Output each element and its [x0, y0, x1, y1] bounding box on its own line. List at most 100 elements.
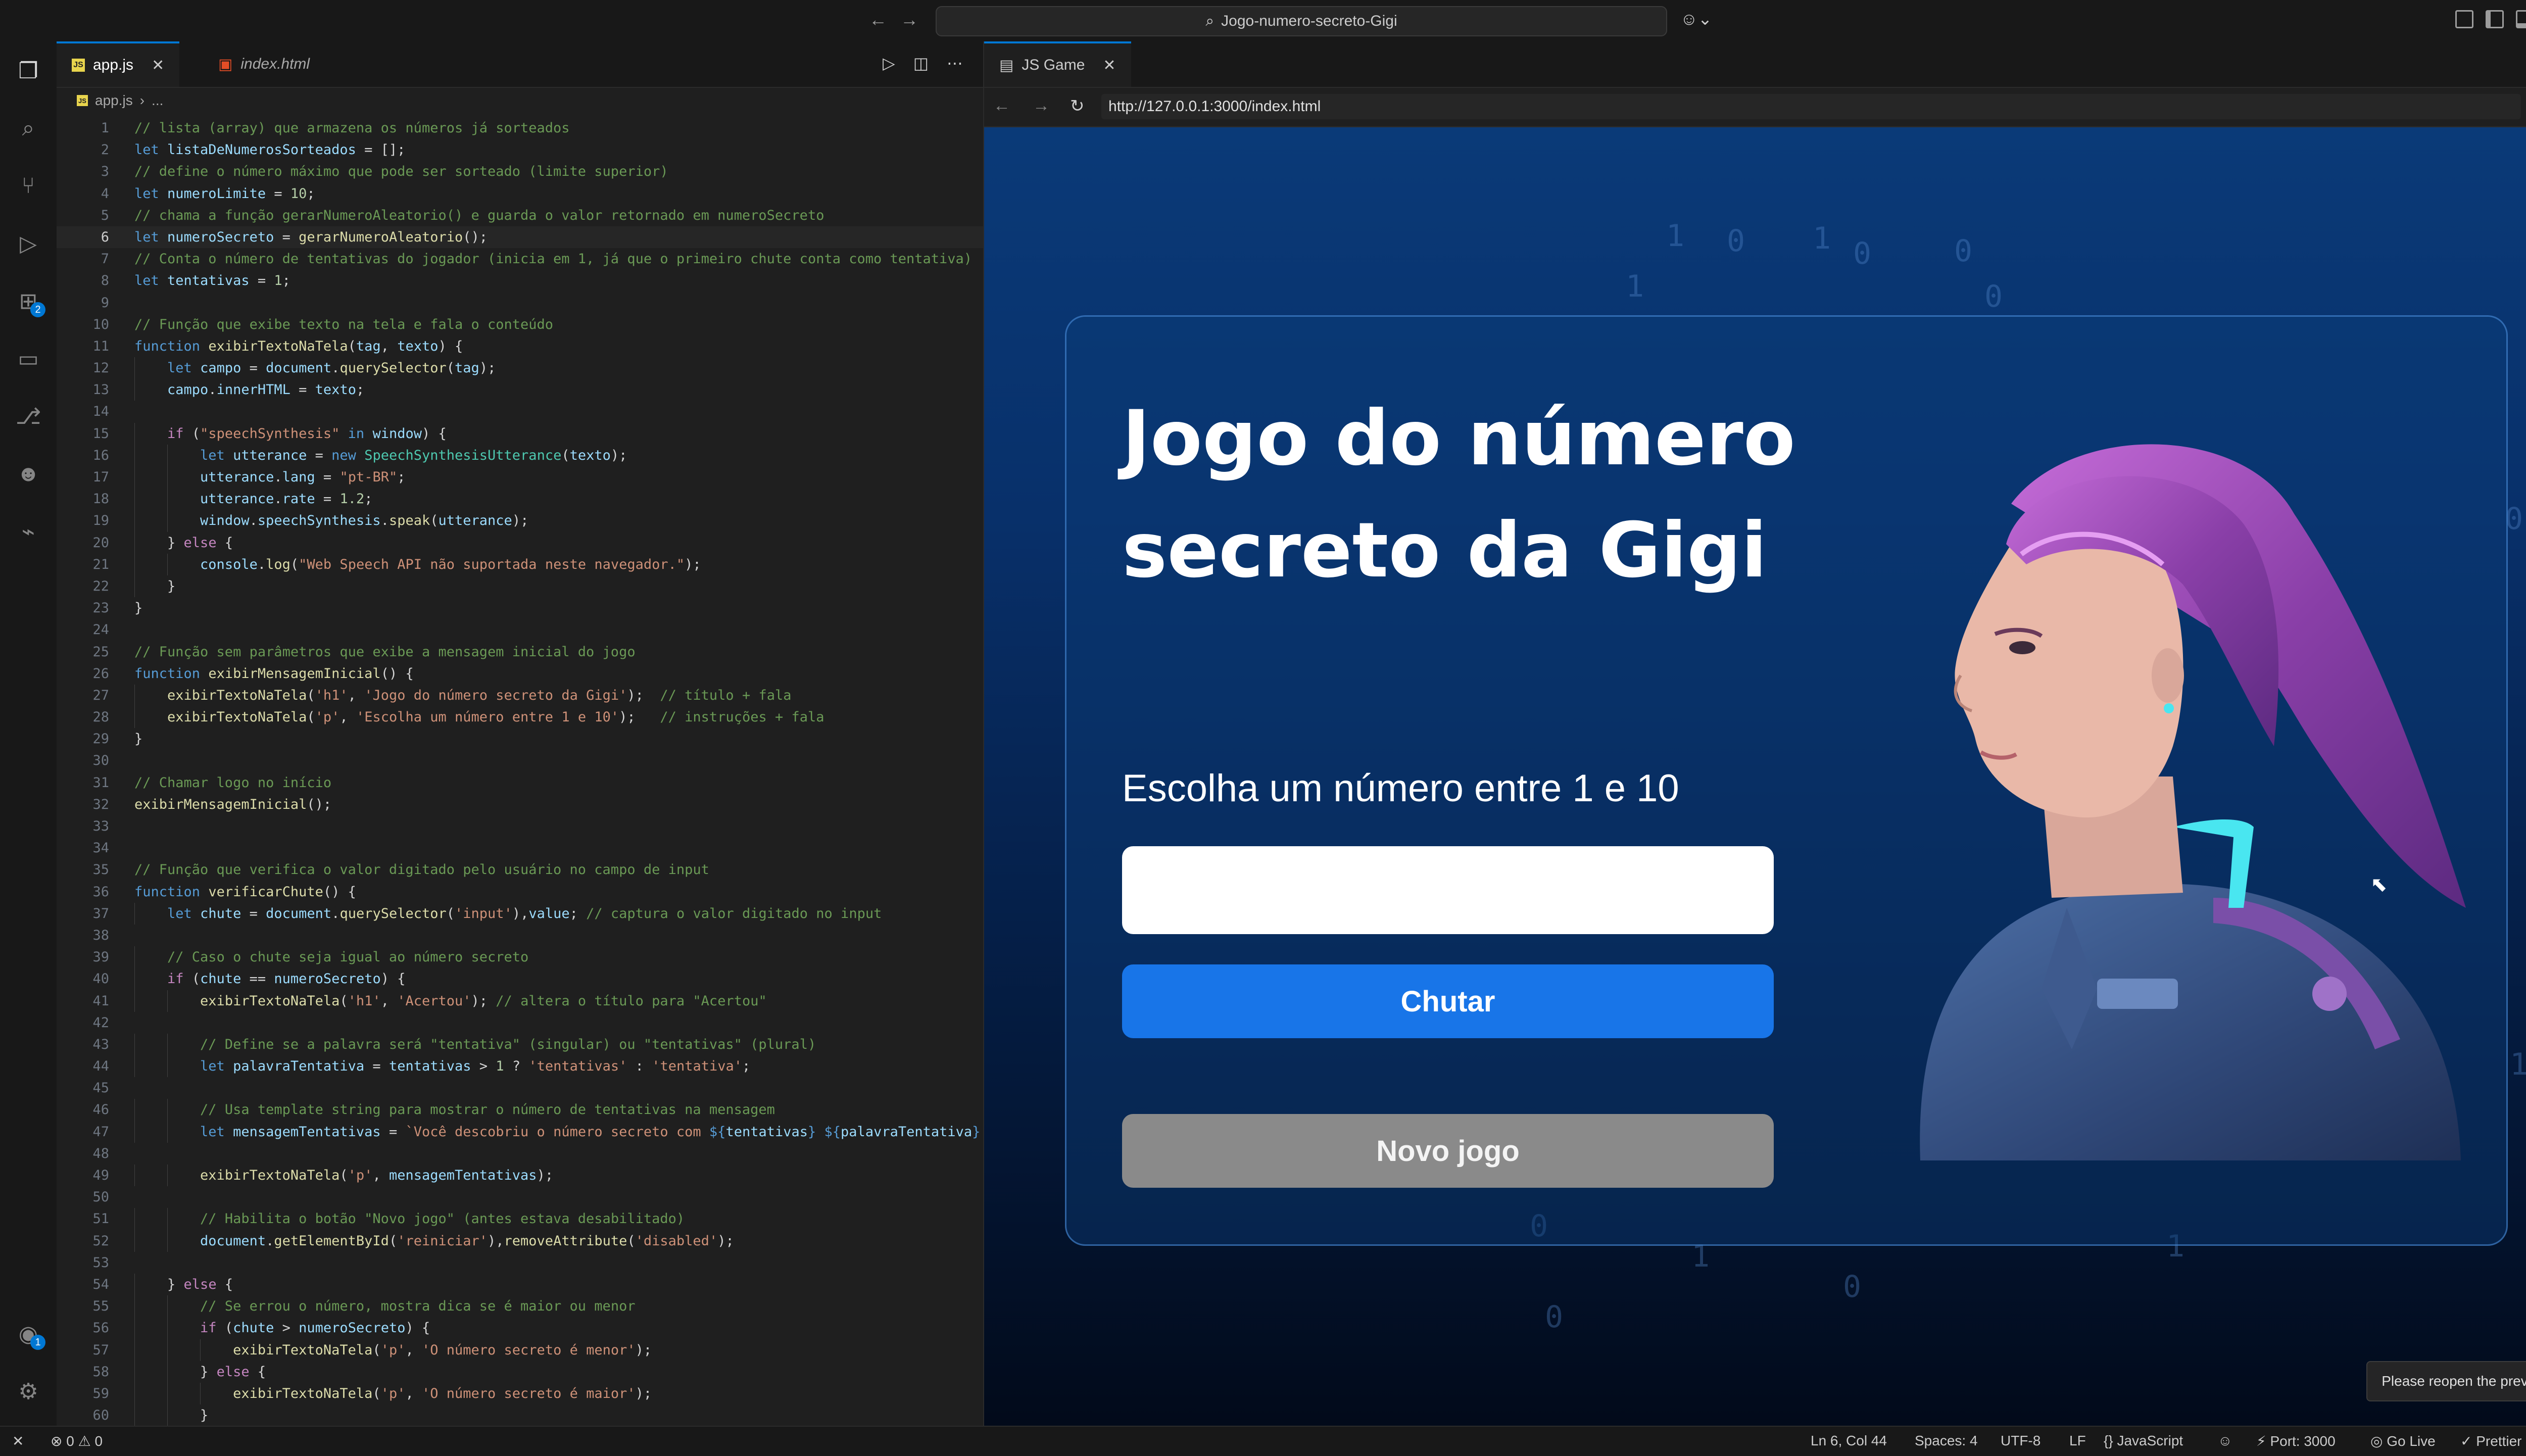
code-line[interactable]: 37 let chute = document.querySelector('i…	[57, 902, 983, 925]
code-line[interactable]: 57 exibirTextoNaTela('p', 'O número secr…	[57, 1339, 983, 1361]
code-line[interactable]: 27 exibirTextoNaTela('h1', 'Jogo do núme…	[57, 684, 983, 707]
code-line[interactable]: 36 function verificarChute() {	[57, 881, 983, 903]
code-line[interactable]: 13 campo.innerHTML = texto;	[57, 379, 983, 401]
code-line[interactable]: 51 // Habilita o botão "Novo jogo" (ante…	[57, 1208, 983, 1230]
breadcrumb-symbol[interactable]: ...	[152, 92, 163, 109]
code-line[interactable]: 14	[57, 401, 983, 422]
live-server-port[interactable]: ⚡ Port: 3000	[2256, 1433, 2336, 1449]
forward-arrow-icon[interactable]: →	[1033, 96, 1050, 116]
code-area[interactable]: 1 // lista (array) que armazena os número…	[57, 117, 983, 1426]
prettier-status[interactable]: ✓ Prettier	[2460, 1433, 2522, 1449]
code-line[interactable]: 12 let campo = document.querySelector(ta…	[57, 357, 983, 379]
code-line[interactable]: 11 function exibirTextoNaTela(tag, texto)…	[57, 335, 983, 357]
code-line[interactable]: 41 exibirTextoNaTela('h1', 'Acertou'); /…	[57, 990, 983, 1012]
run-file-icon[interactable]: ▷	[883, 54, 895, 73]
code-line[interactable]: 35 // Função que verifica o valor digitad…	[57, 859, 983, 881]
kangaroo-extension-icon[interactable]: ⌁	[14, 517, 42, 546]
code-line[interactable]: 42	[57, 1012, 983, 1034]
search-icon[interactable]: ⌕	[14, 114, 42, 142]
code-line[interactable]: 28 exibirTextoNaTela('p', 'Escolha um nú…	[57, 706, 983, 729]
settings-gear-icon[interactable]: ⚙	[14, 1377, 42, 1405]
explorer-icon[interactable]: ❐	[14, 57, 42, 85]
close-icon[interactable]: ✕	[1103, 57, 1115, 74]
code-line[interactable]: 3 // define o número máximo que pode ser …	[57, 161, 983, 182]
code-line[interactable]: 53	[57, 1252, 983, 1274]
copilot-status-icon[interactable]: ☺	[2218, 1433, 2232, 1449]
code-line[interactable]: 18 utterance.rate = 1.2;	[57, 488, 983, 510]
code-line[interactable]: 6 let numeroSecreto = gerarNumeroAleatori…	[57, 226, 983, 249]
copilot-icon[interactable]: ☺⌄	[1680, 9, 1712, 29]
code-line[interactable]: 48	[57, 1143, 983, 1164]
code-line[interactable]: 46 // Usa template string para mostrar o…	[57, 1099, 983, 1121]
git-graph-icon[interactable]: ⎇	[14, 402, 42, 430]
code-line[interactable]: 1 // lista (array) que armazena os número…	[57, 117, 983, 139]
close-icon[interactable]: ✕	[152, 57, 164, 74]
split-editor-icon[interactable]: ◫	[913, 54, 929, 73]
code-line[interactable]: 19 window.speechSynthesis.speak(utteranc…	[57, 510, 983, 532]
code-line[interactable]: 45	[57, 1077, 983, 1099]
command-center-search[interactable]: ⌕ Jogo-numero-secreto-Gigi	[936, 6, 1667, 36]
code-line[interactable]: 60 }	[57, 1404, 983, 1426]
code-line[interactable]: 50	[57, 1186, 983, 1208]
code-line[interactable]: 49 exibirTextoNaTela('p', mensagemTentat…	[57, 1164, 983, 1187]
tab-index-html[interactable]: ▣ index.html	[203, 41, 325, 87]
code-line[interactable]: 22 }	[57, 575, 983, 598]
code-line[interactable]: 8 let tentativas = 1;	[57, 270, 983, 292]
forward-arrow-icon[interactable]: →	[900, 9, 918, 30]
code-line[interactable]: 47 let mensagemTentativas = `Você descob…	[57, 1121, 983, 1143]
code-line[interactable]: 52 document.getElementById('reiniciar'),…	[57, 1230, 983, 1252]
code-line[interactable]: 10 // Função que exibe texto na tela e fa…	[57, 314, 983, 335]
toggle-primary-sidebar-icon[interactable]	[2486, 10, 2504, 28]
accounts-icon[interactable]: ◉ 1	[14, 1320, 45, 1350]
code-line[interactable]: 39 // Caso o chute seja igual ao número …	[57, 946, 983, 968]
code-line[interactable]: 7 // Conta o número de tentativas do joga…	[57, 248, 983, 270]
code-line[interactable]: 40 if (chute == numeroSecreto) {	[57, 968, 983, 990]
guess-button[interactable]: Chutar	[1122, 964, 1774, 1038]
run-debug-icon[interactable]: ▷	[14, 229, 42, 258]
code-line[interactable]: 2 let listaDeNumerosSorteados = [];	[57, 139, 983, 161]
tab-js-game[interactable]: ▤ JS Game ✕	[984, 41, 1131, 87]
remote-explorer-icon[interactable]: ▭	[14, 345, 42, 373]
code-line[interactable]: 25 // Função sem parâmetros que exibe a m…	[57, 641, 983, 663]
extensions-icon[interactable]: ⊞ 2	[14, 287, 45, 317]
back-arrow-icon[interactable]: ←	[869, 9, 887, 30]
code-line[interactable]: 34	[57, 837, 983, 859]
code-line[interactable]: 24	[57, 619, 983, 641]
encoding[interactable]: UTF-8	[2001, 1433, 2041, 1449]
copilot-chat-icon[interactable]: ☻	[14, 460, 42, 488]
code-line[interactable]: 32 exibirMensagemInicial();	[57, 794, 983, 815]
code-line[interactable]: 16 let utterance = new SpeechSynthesisUt…	[57, 444, 983, 466]
indentation[interactable]: Spaces: 4	[1915, 1433, 1978, 1449]
toggle-panel-icon[interactable]	[2516, 10, 2526, 28]
new-game-button[interactable]: Novo jogo	[1122, 1114, 1774, 1188]
code-line[interactable]: 15 if ("speechSynthesis" in window) {	[57, 422, 983, 445]
code-line[interactable]: 17 utterance.lang = "pt-BR";	[57, 466, 983, 489]
cursor-position[interactable]: Ln 6, Col 44	[1811, 1433, 1887, 1449]
customize-layout-icon[interactable]	[2455, 10, 2473, 28]
code-line[interactable]: 43 // Define se a palavra será "tentativ…	[57, 1033, 983, 1056]
more-actions-icon[interactable]: ⋯	[947, 54, 963, 73]
code-line[interactable]: 59 exibirTextoNaTela('p', 'O número secr…	[57, 1382, 983, 1405]
back-arrow-icon[interactable]: ←	[993, 96, 1010, 116]
source-control-icon[interactable]: ⑂	[14, 172, 42, 200]
code-line[interactable]: 5 // chama a função gerarNumeroAleatorio(…	[57, 205, 983, 226]
problems-indicator[interactable]: ⊗ 0 ⚠ 0	[51, 1433, 103, 1449]
language-mode[interactable]: {} JavaScript	[2104, 1433, 2183, 1449]
remote-indicator-icon[interactable]: ✕	[12, 1433, 24, 1449]
code-line[interactable]: 29}	[57, 728, 983, 750]
code-line[interactable]: 54 } else {	[57, 1273, 983, 1296]
notification-toast[interactable]: Please reopen the preview.	[2366, 1361, 2526, 1401]
code-line[interactable]: 26 function exibirMensagemInicial() {	[57, 663, 983, 685]
code-line[interactable]: 38	[57, 925, 983, 946]
code-line[interactable]: 55 // Se errou o número, mostra dica se …	[57, 1295, 983, 1318]
go-live-button[interactable]: ◎ Go Live	[2370, 1433, 2436, 1449]
tab-app-js[interactable]: JS app.js ✕	[57, 41, 180, 87]
code-line[interactable]: 4 let numeroLimite = 10;	[57, 183, 983, 205]
code-line[interactable]: 44 let palavraTentativa = tentativas > 1…	[57, 1055, 983, 1078]
code-line[interactable]: 30	[57, 750, 983, 771]
address-bar[interactable]: http://127.0.0.1:3000/index.html	[1101, 94, 2521, 119]
code-line[interactable]: 56 if (chute > numeroSecreto) {	[57, 1317, 983, 1339]
code-line[interactable]: 21 console.log("Web Speech API não supor…	[57, 553, 983, 575]
code-line[interactable]: 20 } else {	[57, 531, 983, 554]
code-line[interactable]: 33	[57, 815, 983, 837]
